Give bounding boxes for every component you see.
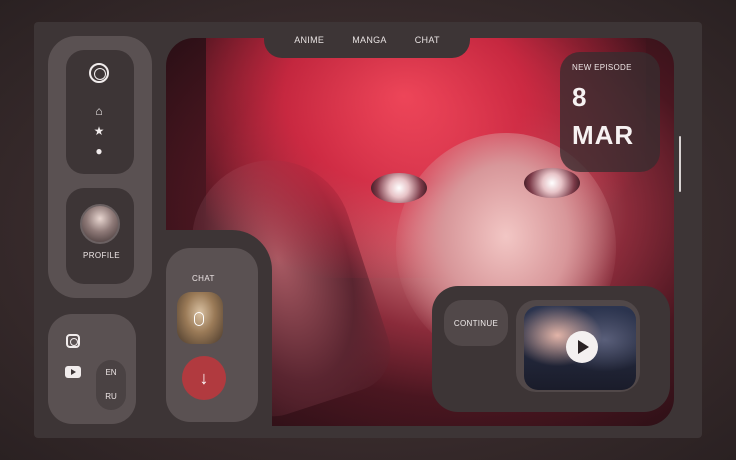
hero-left-eye bbox=[371, 173, 427, 203]
down-arrow-icon: ↓ bbox=[199, 367, 209, 388]
new-episode-card: NEW EPISODE 8 MAR bbox=[560, 52, 660, 172]
language-switcher: EN RU bbox=[96, 360, 126, 410]
chat-label: CHAT bbox=[192, 274, 215, 283]
mic-icon[interactable] bbox=[194, 312, 204, 326]
app-logo-icon[interactable] bbox=[89, 63, 109, 83]
top-nav: ANIME MANGA CHAT bbox=[264, 22, 470, 58]
hero-right-eye bbox=[524, 168, 580, 198]
lang-ru[interactable]: RU bbox=[96, 392, 126, 401]
nav-chat[interactable]: CHAT bbox=[415, 35, 440, 45]
profile-label[interactable]: PROFILE bbox=[83, 251, 120, 260]
continue-button[interactable]: CONTINUE bbox=[444, 300, 508, 346]
play-icon[interactable] bbox=[566, 331, 598, 363]
episode-heading: NEW EPISODE bbox=[572, 63, 632, 72]
youtube-icon[interactable] bbox=[65, 366, 81, 378]
home-icon[interactable]: ⌂ bbox=[91, 104, 107, 118]
lang-en[interactable]: EN bbox=[96, 368, 126, 377]
episode-month: MAR bbox=[572, 120, 635, 150]
episode-day: 8 bbox=[572, 82, 588, 112]
profile-avatar[interactable] bbox=[80, 204, 120, 244]
person-icon[interactable]: ● bbox=[91, 144, 107, 158]
scrollbar[interactable] bbox=[679, 136, 681, 192]
instagram-icon[interactable] bbox=[66, 334, 80, 348]
nav-manga[interactable]: MANGA bbox=[352, 35, 387, 45]
nav-anime[interactable]: ANIME bbox=[294, 35, 324, 45]
chat-scroll-down-button[interactable]: ↓ bbox=[182, 356, 226, 400]
star-icon[interactable]: ★ bbox=[91, 124, 107, 138]
